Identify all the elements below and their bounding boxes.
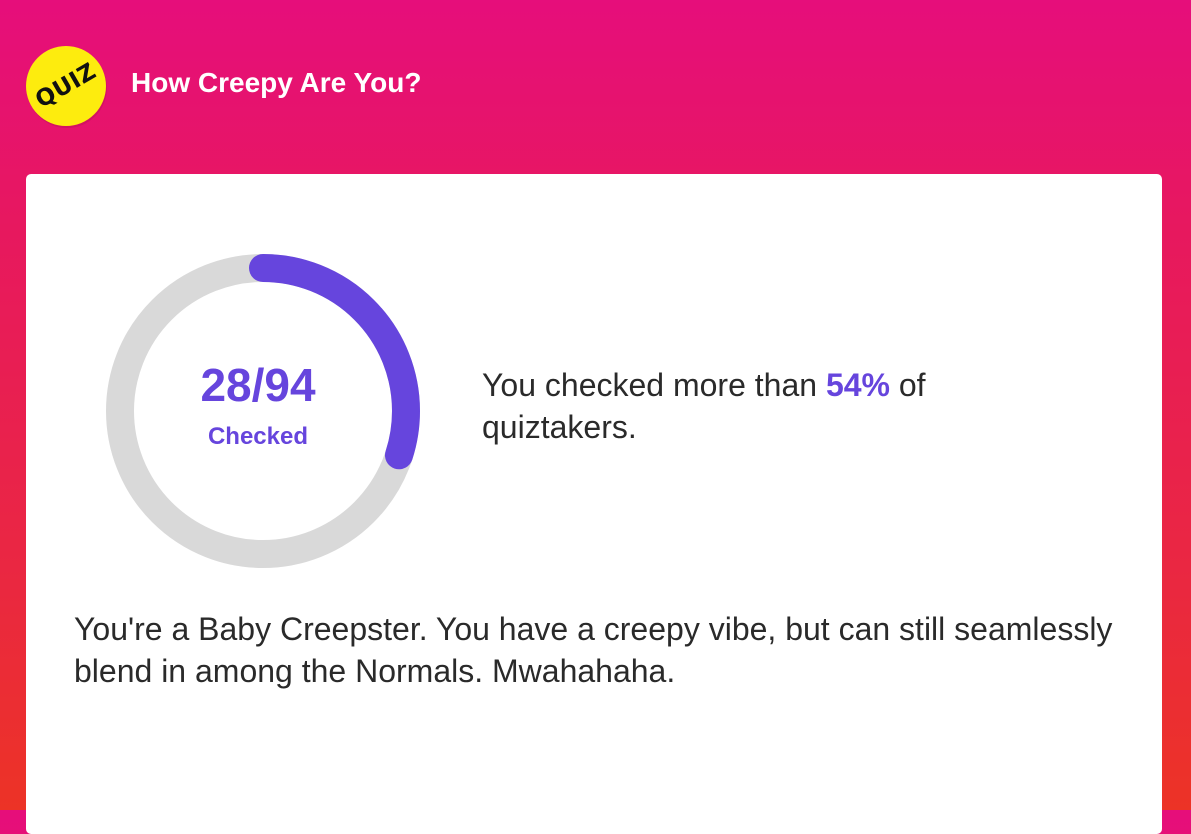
quiz-title: How Creepy Are You? (131, 67, 422, 98)
comparison-text: You checked more than 54% of quiztakers. (482, 364, 1042, 448)
checked-count: 28/94 (200, 359, 316, 411)
result-description: You're a Baby Creepster. You have a cree… (74, 611, 1113, 689)
quiz-badge-label: QUIZ (31, 58, 101, 114)
result-card: 28/94 Checked You checked more than 54% … (26, 174, 1162, 834)
comparison-percent: 54% (825, 367, 890, 403)
checked-caption: Checked (207, 423, 309, 450)
comparison-prefix: You checked more than (482, 367, 818, 403)
quiz-badge: QUIZ (26, 46, 106, 126)
